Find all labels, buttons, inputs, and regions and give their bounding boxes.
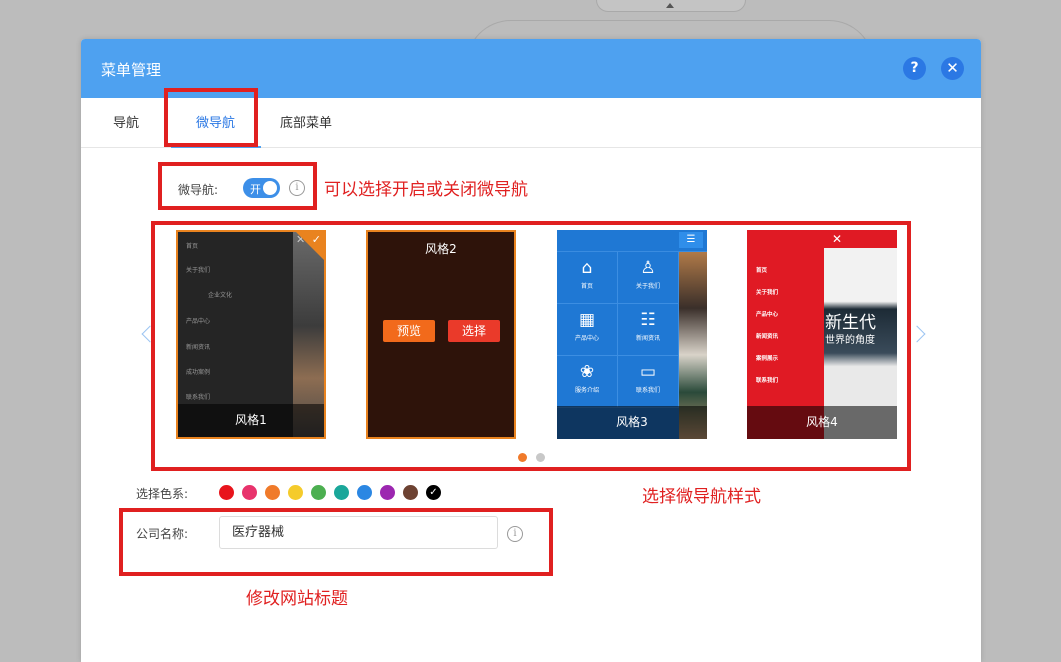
style4-menu-item: 首页 xyxy=(756,268,768,274)
color-swatch[interactable] xyxy=(380,485,395,500)
hamburger-icon: ☰ xyxy=(679,232,703,248)
info-icon[interactable]: i xyxy=(507,526,523,542)
carousel-next-icon[interactable] xyxy=(908,325,926,343)
color-swatch[interactable] xyxy=(242,485,257,500)
style3-grid-item: ☷ 新闻资讯 xyxy=(618,304,679,356)
style3-grid-item: ▭ 联系我们 xyxy=(618,356,679,408)
style4-menu-item: 案例展示 xyxy=(756,356,779,362)
style-card-2[interactable]: 风格2 预览 选择 xyxy=(366,230,516,439)
color-swatch[interactable] xyxy=(288,485,303,500)
grid-label: 关于我们 xyxy=(635,283,660,290)
color-swatch[interactable] xyxy=(311,485,326,500)
grid-label: 产品中心 xyxy=(574,335,599,342)
preview-button[interactable]: 预览 xyxy=(383,320,435,342)
style4-menu-item: 联系我们 xyxy=(756,378,779,384)
color-swatch[interactable] xyxy=(219,485,234,500)
style-card-4[interactable]: ✕ 首页 关于我们 产品中心 新闻资讯 案例展示 联系我们 新生代 世界的角度 … xyxy=(747,230,897,439)
color-swatch[interactable]: ✓ xyxy=(426,485,441,500)
style4-subline: 世界的角度 xyxy=(825,335,875,346)
style4-headline: 新生代 xyxy=(825,313,876,333)
grid-icon: ▦ xyxy=(578,310,596,330)
help-icon[interactable]: ? xyxy=(903,57,926,80)
user-icon: ♙ xyxy=(640,258,656,278)
style-title: 风格2 xyxy=(425,242,457,256)
annotation-box-micro-nav-tab xyxy=(164,88,258,147)
style1-menu-item: 联系我们 xyxy=(186,394,211,401)
style4-menu-item: 产品中心 xyxy=(756,312,779,318)
color-swatch[interactable] xyxy=(357,485,372,500)
grid-label: 联系我们 xyxy=(635,387,660,394)
close-icon: ✕ xyxy=(832,232,843,246)
company-name-label: 公司名称: xyxy=(136,527,189,541)
dialog-title: 菜单管理 xyxy=(101,61,162,79)
flower-icon: ❀ xyxy=(579,362,595,382)
home-icon: ⌂ xyxy=(581,258,593,278)
tab-nav[interactable]: 导航 xyxy=(113,112,139,131)
style1-menu-item: 成功案例 xyxy=(186,369,211,376)
style3-grid-item: ▦ 产品中心 xyxy=(557,304,618,356)
list-icon: ☷ xyxy=(640,310,656,330)
style1-menu-item: 首页 xyxy=(186,243,199,250)
grid-label: 首页 xyxy=(580,283,593,290)
chat-icon: ▭ xyxy=(639,362,657,382)
annotation-style-note: 选择微导航样式 xyxy=(642,487,761,507)
menu-management-dialog: 菜单管理 ? ✕ 导航 微导航 底部菜单 微导航: 开 i 可以选择开启或关闭微… xyxy=(81,39,981,662)
style1-menu-item: 关于我们 xyxy=(186,267,211,274)
style4-menu-item: 新闻资讯 xyxy=(756,334,779,340)
check-icon: ✓ xyxy=(311,233,321,246)
carousel-dot[interactable] xyxy=(536,453,545,462)
annotation-toggle-note: 可以选择开启或关闭微导航 xyxy=(324,180,528,200)
style1-menu-item: 新闻资讯 xyxy=(186,344,211,351)
style3-grid-item: ⌂ 首页 xyxy=(557,252,618,304)
style-caption: 风格3 xyxy=(557,406,707,439)
style-caption: 风格1 xyxy=(178,404,324,437)
style4-menu-item: 关于我们 xyxy=(756,290,779,296)
style1-menu-item: 产品中心 xyxy=(186,318,211,325)
grid-label: 服务介绍 xyxy=(574,387,599,394)
caret-up-icon xyxy=(666,3,674,8)
color-scheme-label: 选择色系: xyxy=(136,487,189,501)
color-swatch[interactable] xyxy=(334,485,349,500)
select-button[interactable]: 选择 xyxy=(448,320,500,342)
style3-grid-item: ♙ 关于我们 xyxy=(618,252,679,304)
company-name-input[interactable]: 医疗器械 xyxy=(219,516,498,549)
color-swatch[interactable] xyxy=(265,485,280,500)
tab-bottom-menu[interactable]: 底部菜单 xyxy=(280,112,332,131)
style-caption: 风格4 xyxy=(747,406,897,439)
close-icon[interactable]: ✕ xyxy=(941,57,964,80)
style1-menu-item: 企业文化 xyxy=(208,292,233,299)
annotation-title-note: 修改网站标题 xyxy=(246,589,348,609)
style3-grid-item: ❀ 服务介绍 xyxy=(557,356,618,408)
color-swatch[interactable] xyxy=(403,485,418,500)
grid-label: 新闻资讯 xyxy=(635,335,660,342)
carousel-dot-active[interactable] xyxy=(518,453,527,462)
style-card-1[interactable]: ✕ ✓ 首页 关于我们 企业文化 产品中心 新闻资讯 成功案例 联系我们 风格1 xyxy=(176,230,326,439)
annotation-box-toggle xyxy=(158,162,317,210)
style-card-3[interactable]: ☰ ⌂ 首页 ♙ 关于我们 ▦ 产品中心 ☷ 新闻资讯 ❀ 服务介绍 ▭ 联系我… xyxy=(557,230,707,439)
